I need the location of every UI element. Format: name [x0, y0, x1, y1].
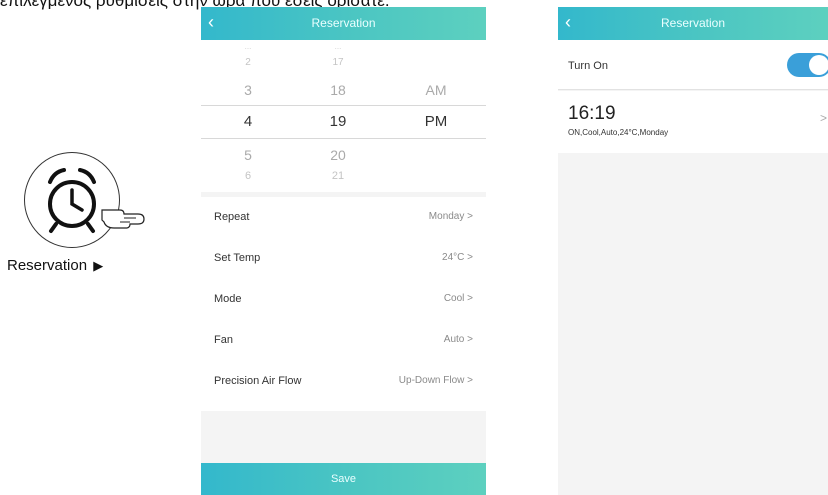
reservation-edit-screen: ‹ Reservation ... ... 2 17 3 18 AM 4 19 …	[201, 7, 486, 495]
picker-row: 3 18 AM	[201, 77, 486, 103]
turn-on-label: Turn On	[568, 60, 608, 72]
nav-title: Reservation	[660, 16, 726, 30]
play-arrow-icon: ▶	[93, 258, 104, 273]
reservation-time: 16:19	[568, 103, 616, 124]
back-icon[interactable]: ‹	[565, 7, 585, 40]
picker-selection-top-line	[201, 105, 486, 106]
reservation-caption-text: Reservation	[7, 257, 88, 274]
reservation-list-screen: ‹ Reservation Turn On 16:19 ON,Cool,Auto…	[558, 7, 828, 495]
picker-selection-bottom-line	[201, 138, 486, 139]
reservation-caption: Reservation ▶	[7, 257, 103, 274]
fan-row[interactable]: Fan Auto >	[201, 320, 486, 360]
fan-label: Fan	[214, 334, 233, 346]
precision-air-flow-value: Up-Down Flow >	[398, 375, 473, 386]
set-temp-row[interactable]: Set Temp 24°C >	[201, 238, 486, 278]
picker-minute: 20	[330, 147, 346, 163]
time-picker[interactable]: ... ... 2 17 3 18 AM 4 19 PM 5 20 6 21	[201, 40, 486, 192]
picker-minute: 17	[332, 57, 344, 68]
nav-bar: ‹ Reservation	[558, 7, 828, 40]
picker-minute: 21	[331, 170, 345, 182]
mode-row[interactable]: Mode Cool >	[201, 279, 486, 319]
picker-hour: 3	[244, 82, 252, 98]
nav-title: Reservation	[311, 16, 376, 30]
save-button[interactable]: Save	[201, 463, 486, 495]
reservation-list-item[interactable]: 16:19 ON,Cool,Auto,24°C,Monday >	[558, 91, 828, 153]
picker-hour: 5	[244, 147, 252, 163]
picker-hour: 2	[245, 57, 251, 68]
settings-list: Repeat Monday > Set Temp 24°C > Mode Coo…	[201, 197, 486, 411]
toggle-knob	[809, 55, 828, 75]
picker-row-selected: 4 19 PM	[201, 109, 486, 135]
fan-value: Auto >	[443, 334, 473, 345]
mode-label: Mode	[214, 293, 242, 305]
reservation-description: ON,Cool,Auto,24°C,Monday	[568, 128, 669, 137]
repeat-value: Monday >	[428, 211, 473, 222]
turn-on-toggle[interactable]	[787, 53, 828, 77]
precision-air-flow-row[interactable]: Precision Air Flow Up-Down Flow >	[201, 361, 486, 401]
chevron-right-icon: >	[820, 111, 828, 125]
mode-value: Cool >	[443, 293, 473, 304]
turn-on-row: Turn On	[558, 40, 828, 90]
picker-row: 5 20	[201, 142, 486, 168]
picker-ampm: AM	[425, 82, 447, 98]
picker-minute: 18	[330, 82, 346, 98]
picker-row: 2 17	[201, 53, 486, 79]
set-temp-label: Set Temp	[214, 252, 261, 264]
picker-hour-selected: 4	[243, 113, 253, 130]
pointing-hand-icon	[101, 209, 145, 229]
repeat-row[interactable]: Repeat Monday >	[201, 197, 486, 237]
picker-minute-selected: 19	[329, 113, 347, 130]
back-icon[interactable]: ‹	[208, 7, 228, 40]
precision-air-flow-label: Precision Air Flow	[214, 375, 302, 387]
picker-row: 6 21	[201, 166, 486, 192]
picker-ampm-selected: PM	[424, 113, 448, 130]
set-temp-value: 24°C >	[442, 252, 473, 263]
nav-bar: ‹ Reservation	[201, 7, 486, 40]
picker-hour: 6	[244, 170, 252, 182]
repeat-label: Repeat	[214, 211, 250, 223]
reservation-illustration: Reservation ▶	[0, 140, 190, 280]
